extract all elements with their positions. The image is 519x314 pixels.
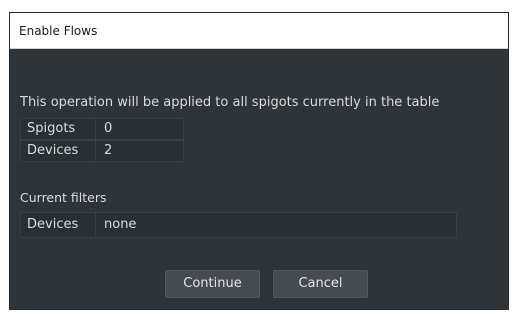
current-filters-heading: Current filters xyxy=(20,190,107,205)
spigots-count: 0 xyxy=(96,118,184,140)
enable-flows-dialog: Enable Flows This operation will be appl… xyxy=(9,12,509,310)
devices-count: 2 xyxy=(96,140,184,162)
operation-description: This operation will be applied to all sp… xyxy=(20,95,440,110)
dialog-title: Enable Flows xyxy=(19,23,98,38)
filter-devices-label: Devices xyxy=(20,212,96,238)
devices-label: Devices xyxy=(20,140,96,162)
dialog-titlebar: Enable Flows xyxy=(10,13,508,49)
spigots-label: Spigots xyxy=(20,118,96,140)
continue-button[interactable]: Continue xyxy=(165,270,260,298)
summary-row-spigots: Spigots 0 xyxy=(20,118,184,140)
filter-row-devices: Devices none xyxy=(20,212,457,238)
filter-devices-value: none xyxy=(96,212,457,238)
dialog-body: This operation will be applied to all sp… xyxy=(10,49,508,311)
cancel-button[interactable]: Cancel xyxy=(273,270,368,298)
summary-row-devices: Devices 2 xyxy=(20,140,184,162)
